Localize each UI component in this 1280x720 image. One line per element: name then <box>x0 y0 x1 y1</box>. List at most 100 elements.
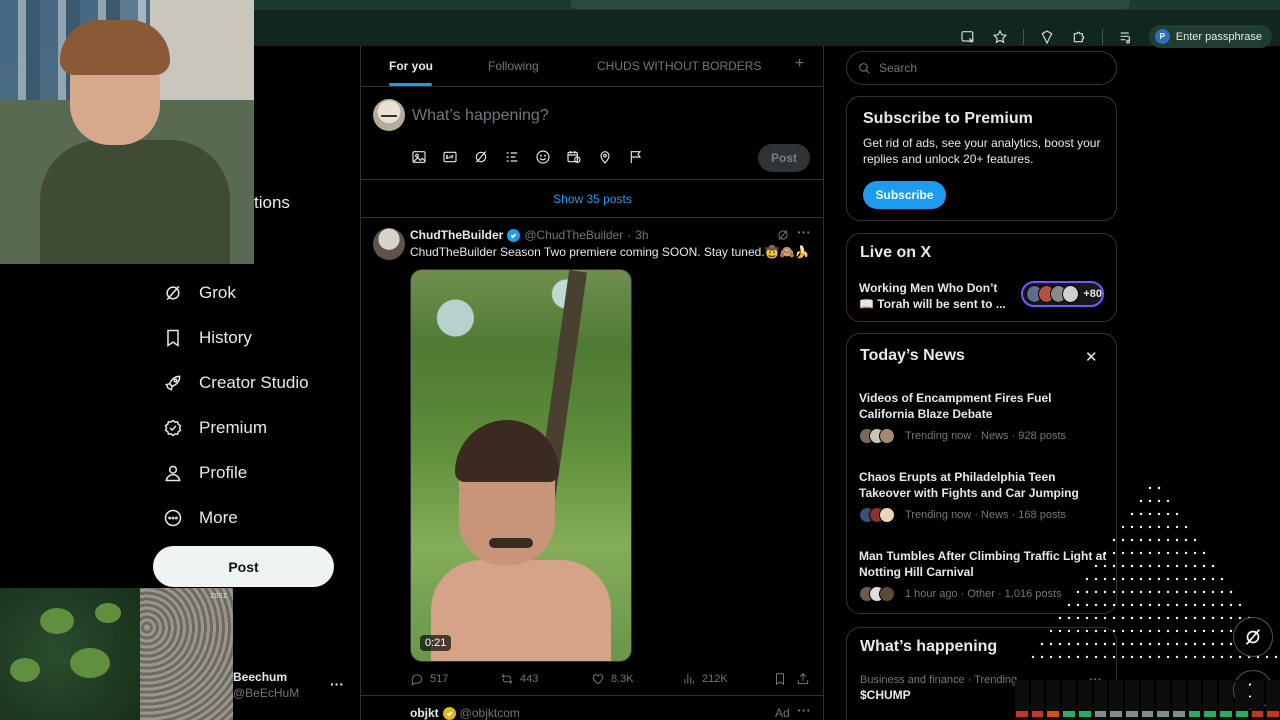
overlay-dot <box>1193 577 1197 581</box>
overlay-dot <box>1184 616 1188 620</box>
tweet-author-name[interactable]: ChudTheBuilder <box>410 228 503 242</box>
overlay-dot <box>1220 642 1224 646</box>
extension-shield-icon[interactable] <box>1038 28 1056 46</box>
tweet-video[interactable]: 0:21 <box>410 269 632 662</box>
composer-post-button[interactable]: Post <box>758 144 810 172</box>
grok-icon[interactable] <box>473 149 489 165</box>
like-button[interactable]: 8.3K <box>591 672 634 686</box>
overlay-dot <box>1130 577 1134 581</box>
show-new-posts-button[interactable]: Show 35 posts <box>361 180 824 218</box>
overlay-dot <box>1103 564 1107 568</box>
tweet-more-button[interactable]: ··· <box>797 702 811 718</box>
sidebar-item-notifications-label[interactable]: tions <box>254 193 290 213</box>
install-icon[interactable] <box>959 28 977 46</box>
premium-card: Subscribe to Premium Get rid of ads, see… <box>846 96 1117 221</box>
account-name[interactable]: Beechum <box>233 670 287 684</box>
overlay-dot <box>1220 577 1224 581</box>
passphrase-button[interactable]: P Enter passphrase <box>1148 25 1272 48</box>
overlay-dot <box>1139 577 1143 581</box>
overlay-dot <box>1139 629 1143 633</box>
overlay-dot <box>1229 642 1233 646</box>
overlay-dot <box>1112 655 1116 659</box>
subscribe-button[interactable]: Subscribe <box>863 181 946 209</box>
overlay-dot <box>1085 616 1089 620</box>
tab-following[interactable]: Following <box>488 59 539 73</box>
premium-description: Get rid of ads, see your analytics, boos… <box>863 136 1101 166</box>
tweet-more-button[interactable]: ··· <box>797 224 811 240</box>
sidebar-item-creator-studio[interactable]: Creator Studio <box>163 373 309 393</box>
overlay-dot <box>1103 603 1107 607</box>
tweet-text: ChudTheBuilder Season Two premiere comin… <box>410 245 810 259</box>
overlay-dot <box>1058 642 1062 646</box>
verified-badge-icon <box>164 419 182 437</box>
schedule-icon[interactable] <box>566 149 582 165</box>
news-item[interactable]: Videos of Encampment Fires Fuel Californ… <box>859 390 1107 444</box>
tab-chuds-without-borders[interactable]: CHUDS WITHOUT BORDERS <box>597 59 761 73</box>
overlay-dot <box>1220 616 1224 620</box>
overlay-dot <box>1103 551 1107 555</box>
passphrase-label: Enter passphrase <box>1175 30 1262 43</box>
poll-icon[interactable] <box>504 149 520 165</box>
overlay-dot <box>1148 525 1152 529</box>
live-on-x-card: Live on X Working Men Who Don’t 📖 Torah … <box>846 233 1117 322</box>
tweet-timestamp[interactable]: 3h <box>635 228 648 242</box>
overlay-dot <box>1130 655 1134 659</box>
pond-camera-overlay: ZOSI <box>0 588 233 720</box>
add-tab-button[interactable]: + <box>795 55 804 73</box>
overlay-dot <box>1040 655 1044 659</box>
sidebar-item-profile[interactable]: Profile <box>163 463 247 483</box>
compose-input[interactable]: What’s happening? <box>412 107 549 125</box>
overlay-dot <box>1139 499 1143 503</box>
star-icon[interactable] <box>991 28 1009 46</box>
sidebar-item-history[interactable]: History <box>163 328 252 348</box>
media-icon[interactable] <box>1117 28 1135 46</box>
flag-icon[interactable] <box>628 149 644 165</box>
browser-active-tab[interactable] <box>570 0 1130 9</box>
overlay-dot <box>1157 499 1161 503</box>
sidebar-item-more[interactable]: More <box>163 508 238 528</box>
tweet-author-handle[interactable]: @ChudTheBuilder <box>524 228 623 242</box>
repost-button[interactable]: 443 <box>500 672 538 686</box>
avatar[interactable] <box>373 228 405 260</box>
avatar[interactable] <box>373 99 405 131</box>
emoji-icon[interactable] <box>535 149 551 165</box>
bookmark-button[interactable] <box>773 672 787 686</box>
live-listeners-pill[interactable]: +80 <box>1021 281 1104 307</box>
tweet-author-name[interactable]: objkt <box>410 706 439 720</box>
tweet[interactable]: ChudTheBuilder @ChudTheBuilder · 3h ··· … <box>361 218 824 696</box>
close-icon[interactable]: ✕ <box>1085 348 1098 366</box>
puzzle-icon[interactable] <box>1070 28 1088 46</box>
toolbar-separator <box>1022 28 1024 45</box>
overlay-dot <box>1085 590 1089 594</box>
sidebar-item-premium[interactable]: Premium <box>163 418 267 438</box>
live-space-title[interactable]: Working Men Who Don’t 📖 Torah will be se… <box>859 280 1009 312</box>
meter-column <box>1219 680 1233 720</box>
trend-name[interactable]: $CHUMP <box>860 688 911 702</box>
live-listener-count: +80 <box>1083 288 1102 300</box>
sidebar-post-button[interactable]: Post <box>153 546 334 587</box>
share-button[interactable] <box>796 672 810 686</box>
tweet-author-handle[interactable]: @objktcom <box>460 706 520 720</box>
image-icon[interactable] <box>411 149 427 165</box>
tab-for-you[interactable]: For you <box>389 59 433 73</box>
search-input[interactable]: Search <box>846 51 1117 85</box>
account-handle[interactable]: @BeEcHuM <box>233 686 299 700</box>
overlay-dot <box>1121 538 1125 542</box>
overlay-dot <box>1166 590 1170 594</box>
location-icon[interactable] <box>597 149 613 165</box>
grok-icon[interactable] <box>1233 617 1273 657</box>
meter-column <box>1187 680 1202 720</box>
account-menu-button[interactable]: ··· <box>330 676 344 692</box>
overlay-dot <box>1166 655 1170 659</box>
overlay-dot <box>1157 616 1161 620</box>
overlay-dot <box>1112 538 1116 542</box>
views-button[interactable]: 212K <box>682 672 728 686</box>
sidebar-item-grok[interactable]: Grok <box>163 283 236 303</box>
overlay-dot <box>1139 538 1143 542</box>
reply-button[interactable]: 517 <box>410 672 448 686</box>
overlay-dot <box>1139 590 1143 594</box>
overlay-dot <box>1148 642 1152 646</box>
overlay-dot <box>1148 603 1152 607</box>
gif-icon[interactable] <box>442 149 458 165</box>
tweet[interactable]: objkt @objktcom Ad ··· <box>361 696 824 720</box>
